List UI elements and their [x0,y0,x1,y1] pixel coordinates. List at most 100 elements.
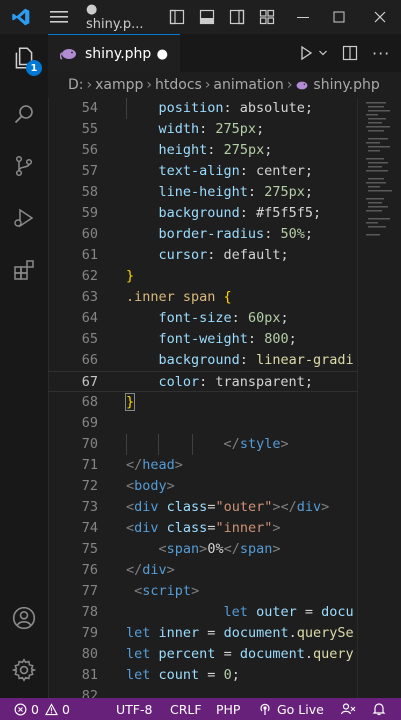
menu-hamburger-icon[interactable] [44,0,74,34]
code-text: .inner span { [126,289,232,305]
line-number: 68 [81,394,98,410]
window-title: ● shiny.p... [86,2,144,32]
code-text: line-height: 275px; [158,184,313,200]
php-file-icon [295,80,309,91]
encoding-indicator[interactable]: UTF-8 [116,698,152,720]
code-line: 65 font-weight: 800; [48,329,401,350]
code-line: 72 <body> [48,476,401,497]
toggle-sidebar-icon[interactable] [166,0,188,34]
code-text: let inner = document.querySe [126,625,354,641]
line-number: 58 [81,184,98,200]
title-bar: ● shiny.p... [0,0,401,35]
line-number: 59 [81,205,98,221]
code-text: <script> [134,583,200,599]
vscode-logo-icon[interactable] [4,0,38,34]
line-number: 64 [81,310,98,326]
extensions-icon[interactable] [0,246,48,294]
tab-label: shiny.php [85,46,152,62]
notifications-bell-icon[interactable] [372,698,386,720]
code-line: 63 .inner span { [48,287,401,308]
run-file-icon[interactable] [298,34,314,72]
code-line: 55 width: 275px; [48,119,401,140]
settings-gear-icon[interactable] [0,646,48,694]
toggle-panel-icon[interactable] [196,0,218,34]
language-mode-indicator[interactable]: PHP [216,698,240,720]
line-number: 69 [81,415,98,431]
line-number: 71 [81,457,98,473]
code-line: 76 </div> [48,560,401,581]
line-number: 66 [81,352,98,368]
code-line: 82 [48,686,401,698]
close-window-icon[interactable] [364,0,396,34]
go-live-button[interactable]: Go Live [258,698,324,720]
breadcrumb-drive[interactable]: D: [68,77,84,93]
line-number: 55 [81,121,98,137]
warning-icon [44,702,58,715]
code-text: </div> [126,562,175,578]
minimap-preview [366,102,392,236]
code-text: font-weight: 800; [158,331,297,347]
code-editor[interactable]: 54 position: absolute; 55 width: 275px; … [48,98,401,698]
eol-indicator[interactable]: CRLF [170,698,202,720]
line-number: 82 [81,688,98,698]
files-icon[interactable]: 1 [0,34,48,82]
breadcrumb-chevron-icon: › [86,77,93,93]
breadcrumb-xampp[interactable]: xampp [95,77,143,93]
search-icon[interactable] [0,90,48,138]
minimap[interactable] [357,98,401,698]
code-text: font-size: 60px; [158,310,289,326]
code-line: 69 [48,413,401,434]
line-number: 61 [81,247,98,263]
warning-count: 0 [61,701,70,717]
breadcrumb-file[interactable]: shiny.php [313,77,379,93]
line-number: 79 [81,625,98,641]
tab-shiny-php[interactable]: shiny.php ● [48,34,180,73]
code-text: let outer = docu [223,604,354,620]
source-control-icon[interactable] [0,142,48,190]
code-text: background: linear-gradi [158,352,354,368]
code-text: </style> [223,436,289,452]
unsaved-dot-icon[interactable]: ● [157,47,168,62]
status-bar: 0 0 UTF-8 CRLF PHP Go Live [0,698,401,720]
code-line: 62} [48,266,401,287]
code-line-current: 67 color: transparent; [48,371,401,392]
accounts-feedback-icon[interactable] [340,698,356,720]
activity-bar: 1 [0,34,49,698]
code-line: 79 let inner = document.querySe [48,623,401,644]
line-number: 78 [81,604,98,620]
breadcrumb-chevron-icon: › [286,77,293,93]
run-debug-icon[interactable] [0,194,48,242]
code-text: border-radius: 50%; [158,226,313,242]
line-number: 74 [81,520,98,536]
breadcrumb-chevron-icon: › [146,77,152,93]
code-line: 59 background: #f5f5f5; [48,203,401,224]
account-icon[interactable] [0,594,48,642]
code-text: } [124,393,136,411]
breadcrumb-htdocs[interactable]: htdocs [155,77,202,93]
error-count: 0 [31,701,39,717]
line-number: 75 [81,541,98,557]
line-number: 57 [81,163,98,179]
code-line: 60 border-radius: 50%; [48,224,401,245]
chevron-down-icon[interactable] [318,34,328,72]
customize-layout-icon[interactable] [256,0,278,34]
code-text: </head> [126,457,183,473]
breadcrumb-animation[interactable]: animation [213,77,283,93]
toggle-secondary-sidebar-icon[interactable] [226,0,248,34]
explorer-badge: 1 [26,60,42,76]
split-editor-icon[interactable] [342,34,358,72]
minimize-icon[interactable] [288,0,318,34]
more-actions-icon[interactable]: ··· [372,34,390,72]
code-text: <div class="outer"></div> [126,499,330,515]
line-number: 62 [81,268,98,284]
code-text: <div class="inner"> [126,520,281,536]
problems-indicator[interactable]: 0 0 [14,698,70,720]
code-line: 57 text-align: center; [48,161,401,182]
broadcast-icon [260,703,270,715]
maximize-icon[interactable] [324,0,354,34]
code-text: background: #f5f5f5; [158,205,322,221]
line-number: 60 [81,226,98,242]
line-number: 72 [81,478,98,494]
line-number: 54 [81,100,98,116]
editor-tab-bar: shiny.php ● ··· [48,34,401,73]
